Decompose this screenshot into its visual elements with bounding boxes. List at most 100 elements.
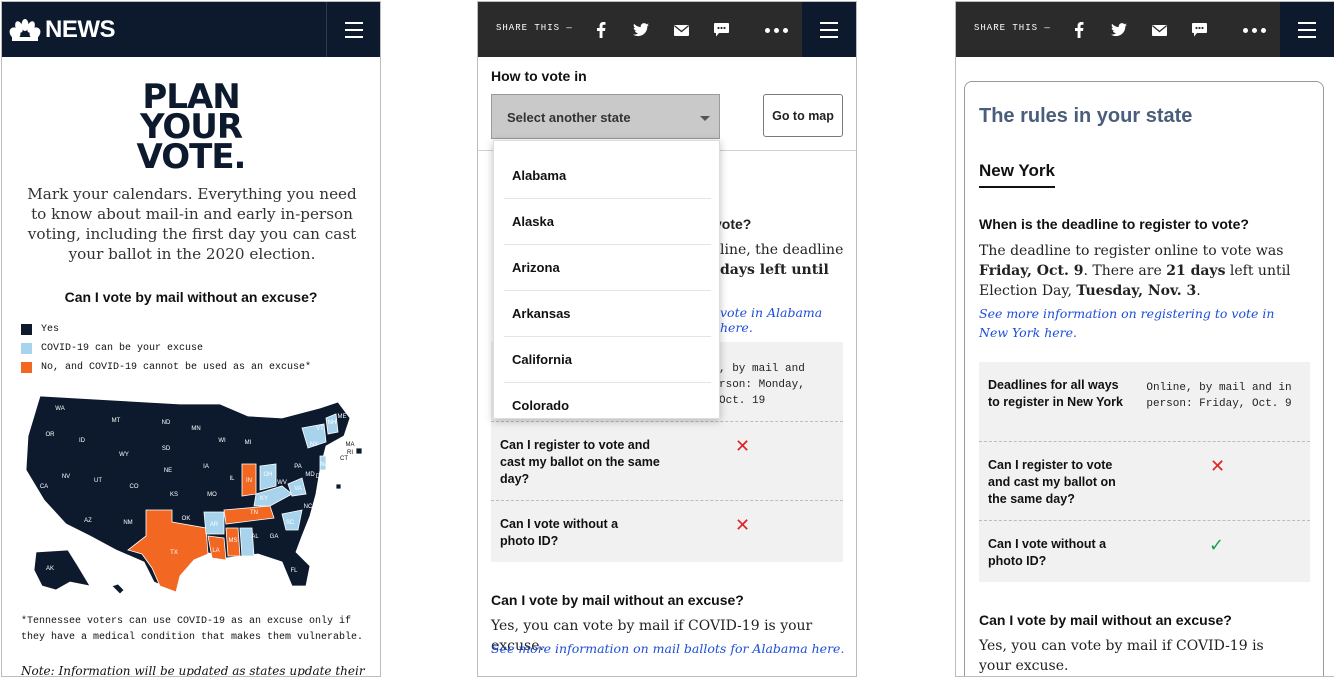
state-label: IA [203, 464, 209, 470]
state-label: AL [251, 534, 259, 540]
twitter-icon[interactable] [1099, 18, 1139, 42]
map-question-heading: Can I vote by mail without an excuse? [64, 289, 318, 305]
rules-table: Deadlines for all ways to register in Ne… [979, 362, 1310, 582]
state-select[interactable]: Select another state [491, 94, 720, 139]
state-label: TN [250, 510, 258, 516]
table-row: Can I vote without a photo ID? ✓ [979, 521, 1310, 582]
days-left: 21 days [1166, 263, 1226, 279]
hidden-text-fragment: days left until [720, 262, 829, 278]
state-label: VA [294, 486, 302, 492]
dropdown-option[interactable]: Colorado [504, 383, 711, 418]
state-label: VT [316, 426, 324, 432]
state-label: SC [286, 520, 295, 526]
state-label: IN [246, 478, 252, 484]
legend-item: No, and COVID-19 cannot be used as an ex… [21, 358, 311, 377]
plan-your-vote-title: PLAN YOUR VOTE. [2, 80, 380, 177]
table-row: Can I vote without a photo ID? ✕ [491, 501, 843, 562]
election-day: Tuesday, Nov. 3 [1076, 283, 1197, 299]
table-question: Can I register to vote and cast my ballo… [500, 438, 660, 486]
how-to-vote-heading: How to vote in [491, 68, 587, 84]
sms-icon[interactable] [701, 18, 741, 42]
state-label: UT [94, 478, 102, 484]
state-label: WA [55, 406, 64, 412]
intro-text: Mark your calendars. Everything you need… [27, 185, 357, 263]
state-label: DE [316, 474, 324, 480]
state-label: NC [304, 504, 313, 510]
state-label: OK [182, 516, 191, 522]
hidden-answer-fragment: rson: Monday, [719, 379, 805, 391]
state-label: MD [305, 472, 315, 478]
dropdown-option[interactable]: California [504, 337, 711, 383]
state-label: WY [119, 452, 129, 458]
state-label: CO [130, 484, 139, 490]
hidden-answer-fragment: Oct. 19 [719, 395, 766, 407]
yes-check-icon: ✓ [1209, 535, 1225, 556]
facebook-icon[interactable] [581, 18, 621, 42]
mail-question-heading: Can I vote by mail without an excuse? [979, 612, 1232, 628]
twitter-icon[interactable] [621, 18, 661, 42]
rules-title: The rules in your state [979, 105, 1193, 127]
more-options-icon[interactable] [1240, 18, 1268, 42]
mail-ballots-link[interactable]: See more information on mail ballots for… [491, 639, 844, 658]
dropdown-option[interactable]: Arizona [504, 245, 711, 291]
mail-question-heading: Can I vote by mail without an excuse? [491, 592, 744, 608]
hidden-text-fragment: line, the deadline [720, 242, 844, 258]
state-tab-new-york[interactable]: New York [979, 161, 1055, 188]
share-icons [1059, 18, 1219, 42]
dropdown-option[interactable]: Alabama [504, 153, 711, 199]
state-label: NH [328, 420, 337, 426]
facebook-icon[interactable] [1059, 18, 1099, 42]
us-vote-by-mail-map[interactable]: WA OR ID MT ND MN WI MI NY VT NH ME MA R… [20, 390, 365, 605]
go-to-map-button[interactable]: Go to map [763, 94, 843, 137]
state-label: HI [127, 588, 133, 594]
map-legend: Yes COVID-19 can be your excuse No, and … [21, 320, 311, 377]
hidden-link-fragment[interactable]: vote in Alabama here. [720, 305, 856, 335]
mail-answer: Yes, you can vote by mail if COVID-19 is… [979, 638, 1264, 674]
state-label: MI [245, 440, 252, 446]
hamburger-menu-icon[interactable] [802, 2, 856, 57]
hidden-answer-fragment: , by mail and [719, 363, 805, 375]
hamburger-menu-icon[interactable] [326, 2, 380, 57]
table-question: Can I vote without a photo ID? [988, 537, 1107, 568]
text-fragment: . [1196, 283, 1201, 299]
table-question: Can I vote without a photo ID? [500, 517, 619, 548]
legend-swatch [21, 362, 32, 373]
state-label: WV [277, 480, 287, 486]
table-row: Can I register to vote and cast my ballo… [491, 422, 843, 501]
legend-item: COVID-19 can be your excuse [21, 339, 311, 358]
email-icon[interactable] [1139, 18, 1179, 42]
state-label: CT [340, 456, 348, 462]
state-label: MA [346, 442, 355, 448]
hamburger-menu-icon[interactable] [1280, 2, 1334, 57]
legend-swatch [21, 324, 32, 335]
more-options-icon[interactable] [762, 18, 790, 42]
phone-panel-plan-your-vote: NEWS PLAN YOUR VOTE. Mark your calendars… [1, 1, 381, 677]
email-icon[interactable] [661, 18, 701, 42]
table-answer: Online, by mail and in person: Friday, O… [1146, 382, 1292, 410]
state-label: ID [79, 438, 86, 444]
nbc-news-logo[interactable]: NEWS [9, 16, 116, 44]
legend-label: Yes [41, 324, 60, 335]
state-label: AR [210, 522, 219, 528]
phone-panel-state-selector: SHARE THIS — How to vote in Select anoth… [477, 1, 857, 677]
state-label: LA [212, 548, 219, 554]
dropdown-option[interactable]: Arkansas [504, 291, 711, 337]
state-dropdown-list[interactable]: Alabama Alaska Arizona Arkansas Californ… [493, 140, 720, 419]
state-label: IL [229, 476, 235, 482]
text-fragment: The deadline to register online to vote … [979, 243, 1284, 259]
update-note: Note: Information will be updated as sta… [21, 664, 365, 677]
state-label: MO [207, 492, 217, 498]
state-label: ME [338, 414, 347, 420]
title-line: VOTE. [136, 137, 247, 177]
select-placeholder: Select another state [507, 110, 631, 125]
deadline-question-heading: When is the deadline to register to vote… [979, 216, 1249, 232]
top-nav-bar: NEWS [2, 2, 380, 57]
register-info-link[interactable]: See more information on registering to v… [979, 304, 1304, 342]
state-label: OH [264, 472, 273, 478]
dropdown-option[interactable]: Alaska [504, 199, 711, 245]
sms-icon[interactable] [1179, 18, 1219, 42]
state-label: SD [162, 446, 171, 452]
state-label: AZ [84, 518, 92, 524]
legend-label: COVID-19 can be your excuse [41, 343, 204, 354]
table-question: Can I register to vote and cast my ballo… [988, 458, 1116, 506]
